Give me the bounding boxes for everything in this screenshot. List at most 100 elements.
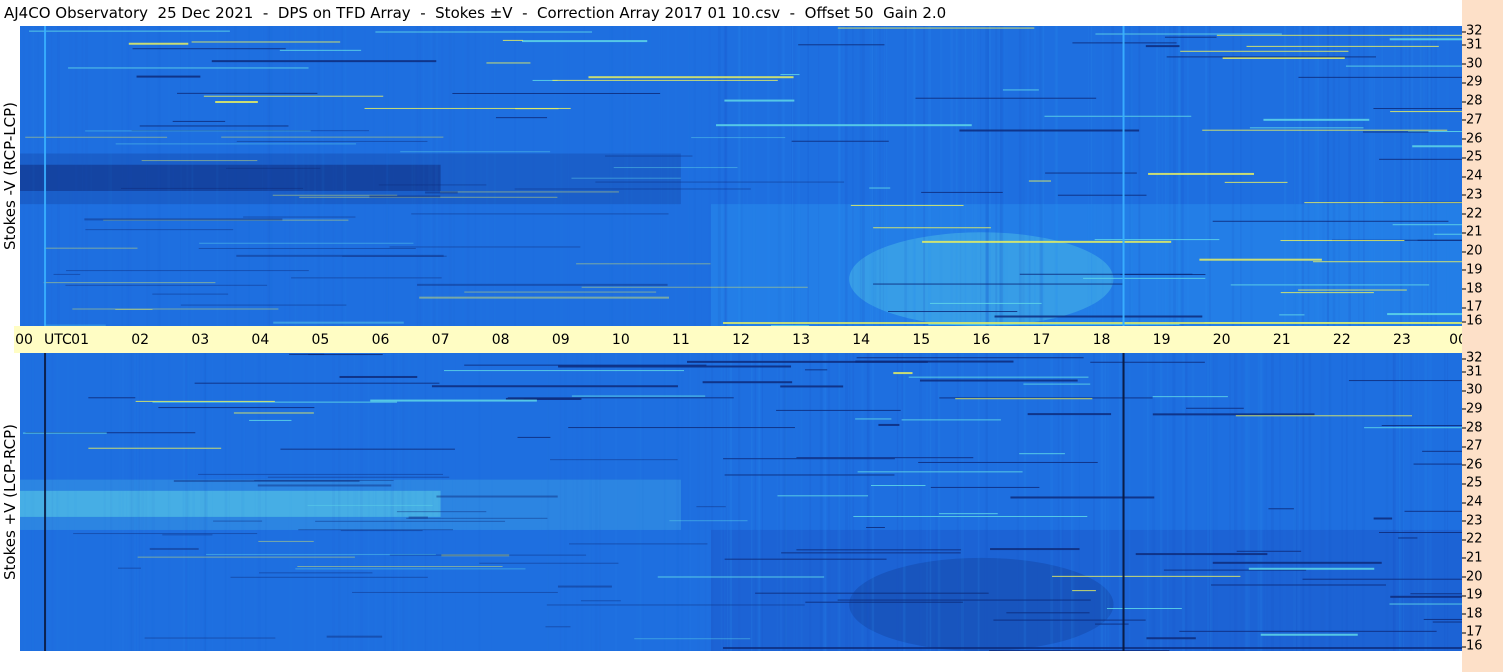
frequency-tick-label: 30	[1462, 56, 1483, 71]
time-tick-label: 12	[732, 332, 750, 348]
noise-streak	[819, 353, 823, 651]
interference-line	[375, 31, 593, 33]
noise-streak	[187, 353, 190, 651]
interference-line	[158, 407, 315, 409]
interference-line	[1381, 425, 1462, 427]
noise-streak	[332, 26, 335, 326]
noise-streak	[491, 353, 492, 651]
noise-streak	[411, 26, 413, 326]
noise-streak	[1247, 353, 1250, 651]
interference-line	[1148, 172, 1254, 175]
noise-streak	[693, 26, 696, 326]
interference-line	[552, 79, 778, 81]
interference-line	[502, 39, 523, 41]
time-tick-label: 01	[71, 332, 89, 348]
top-panel-ylabel: Stokes -V (RCP-LCP)	[1, 102, 19, 250]
interference-line	[804, 369, 828, 371]
interference-line	[128, 42, 189, 45]
noise-streak	[1041, 26, 1043, 326]
noise-streak	[738, 353, 741, 651]
noise-streak	[434, 26, 436, 326]
noise-streak	[939, 26, 943, 326]
noise-streak	[1411, 26, 1414, 326]
noise-streak	[776, 353, 780, 651]
noise-streak	[90, 26, 92, 326]
interference-line	[1166, 56, 1376, 58]
noise-streak	[69, 26, 72, 326]
interference-line	[893, 372, 913, 375]
noise-streak	[383, 26, 384, 326]
interference-line	[550, 459, 678, 461]
noise-streak	[1426, 26, 1429, 326]
noise-streak	[364, 26, 365, 326]
noise-streak	[85, 26, 88, 326]
noise-streak	[390, 353, 394, 651]
noise-streak	[1399, 353, 1403, 651]
noise-streak	[901, 353, 904, 651]
interference-line	[267, 476, 450, 478]
noise-streak	[433, 26, 435, 326]
noise-streak	[1419, 26, 1423, 326]
noise-streak	[289, 26, 291, 326]
noise-streak	[172, 26, 174, 326]
noise-streak	[1229, 353, 1231, 651]
frequency-tick-label: 20	[1462, 243, 1483, 259]
interference-line	[798, 44, 885, 46]
noise-streak	[452, 353, 453, 651]
interference-line	[44, 247, 138, 249]
noise-streak	[493, 26, 496, 326]
interference-line	[558, 365, 792, 368]
noise-streak	[300, 26, 302, 326]
noise-streak	[827, 353, 831, 651]
noise-streak	[1090, 26, 1094, 326]
noise-streak	[1129, 26, 1131, 326]
noise-streak	[486, 26, 489, 326]
noise-streak	[1370, 26, 1374, 326]
noise-streak	[1264, 353, 1268, 651]
noise-streak	[307, 26, 310, 326]
noise-streak	[425, 353, 427, 651]
interference-line	[837, 27, 1035, 29]
interference-line	[571, 395, 706, 397]
interference-line	[431, 385, 678, 388]
interference-line	[53, 273, 81, 275]
frequency-tick-label: 21	[1462, 224, 1483, 240]
noise-streak	[623, 26, 626, 326]
interference-line	[1211, 584, 1387, 586]
noise-streak	[192, 26, 193, 326]
interference-line	[777, 495, 869, 497]
noise-streak	[262, 26, 263, 326]
noise-streak	[757, 353, 761, 651]
interference-line	[1152, 396, 1228, 398]
frequency-tick-label: 28	[1462, 420, 1483, 435]
noise-streak	[1185, 353, 1188, 651]
interference-line	[1398, 537, 1418, 539]
noise-streak	[1293, 353, 1297, 651]
frequency-tick-label: 24	[1462, 494, 1483, 510]
noise-streak	[272, 26, 273, 326]
noise-streak	[23, 26, 25, 326]
noise-streak	[554, 26, 557, 326]
interference-line	[1302, 578, 1462, 580]
interference-line	[1433, 233, 1462, 235]
interference-line	[1212, 561, 1382, 564]
noise-streak	[1403, 26, 1405, 326]
noise-streak	[1345, 353, 1348, 651]
interference-line	[85, 130, 311, 132]
noise-streak	[1413, 353, 1416, 651]
noise-streak	[1320, 353, 1322, 651]
noise-streak	[1093, 26, 1097, 326]
interference-line	[243, 216, 356, 218]
noise-streak	[836, 353, 840, 651]
noise-streak	[268, 26, 270, 326]
noise-streak	[1158, 26, 1160, 326]
time-tick-label: 19	[1152, 332, 1171, 348]
time-tick-label: 02	[131, 332, 150, 348]
frequency-tick-label: 29	[1462, 74, 1483, 90]
noise-streak	[724, 26, 727, 326]
noise-streak	[180, 26, 182, 326]
noise-streak	[1165, 26, 1167, 326]
interference-line	[1202, 129, 1448, 131]
interference-line	[514, 188, 751, 190]
interference-line	[1260, 633, 1358, 636]
